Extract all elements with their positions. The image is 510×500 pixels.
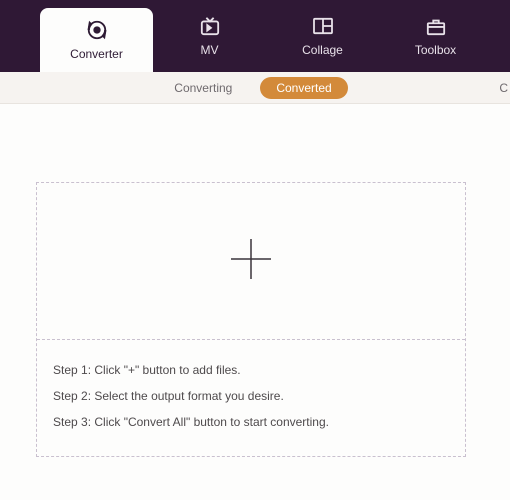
nav-label-collage: Collage — [302, 43, 343, 57]
nav-tab-toolbox[interactable]: Toolbox — [379, 0, 492, 72]
converter-icon — [86, 19, 108, 41]
sub-nav: Converting Converted C — [0, 72, 510, 104]
collage-icon — [312, 15, 334, 37]
nav-tab-converter[interactable]: Converter — [40, 8, 153, 72]
instruction-step-3: Step 3: Click "Convert All" button to st… — [53, 416, 449, 428]
subnav-right-partial: C — [499, 81, 510, 95]
nav-tab-collage[interactable]: Collage — [266, 0, 379, 72]
subtab-converting[interactable]: Converting — [162, 77, 244, 99]
instruction-step-2: Step 2: Select the output format you des… — [53, 390, 449, 402]
mv-icon — [199, 15, 221, 37]
toolbox-icon — [425, 15, 447, 37]
nav-label-mv: MV — [201, 43, 219, 57]
plus-icon — [227, 235, 275, 288]
subtab-converted[interactable]: Converted — [260, 77, 347, 99]
nav-tab-mv[interactable]: MV — [153, 0, 266, 72]
content-area: Step 1: Click "+" button to add files. S… — [0, 104, 510, 457]
nav-label-converter: Converter — [70, 47, 123, 61]
add-files-zone[interactable] — [37, 183, 465, 339]
top-nav: Converter MV Collage — [0, 0, 510, 72]
instructions: Step 1: Click "+" button to add files. S… — [37, 340, 465, 456]
instruction-step-1: Step 1: Click "+" button to add files. — [53, 364, 449, 376]
drop-card: Step 1: Click "+" button to add files. S… — [36, 182, 466, 457]
nav-label-toolbox: Toolbox — [415, 43, 456, 57]
